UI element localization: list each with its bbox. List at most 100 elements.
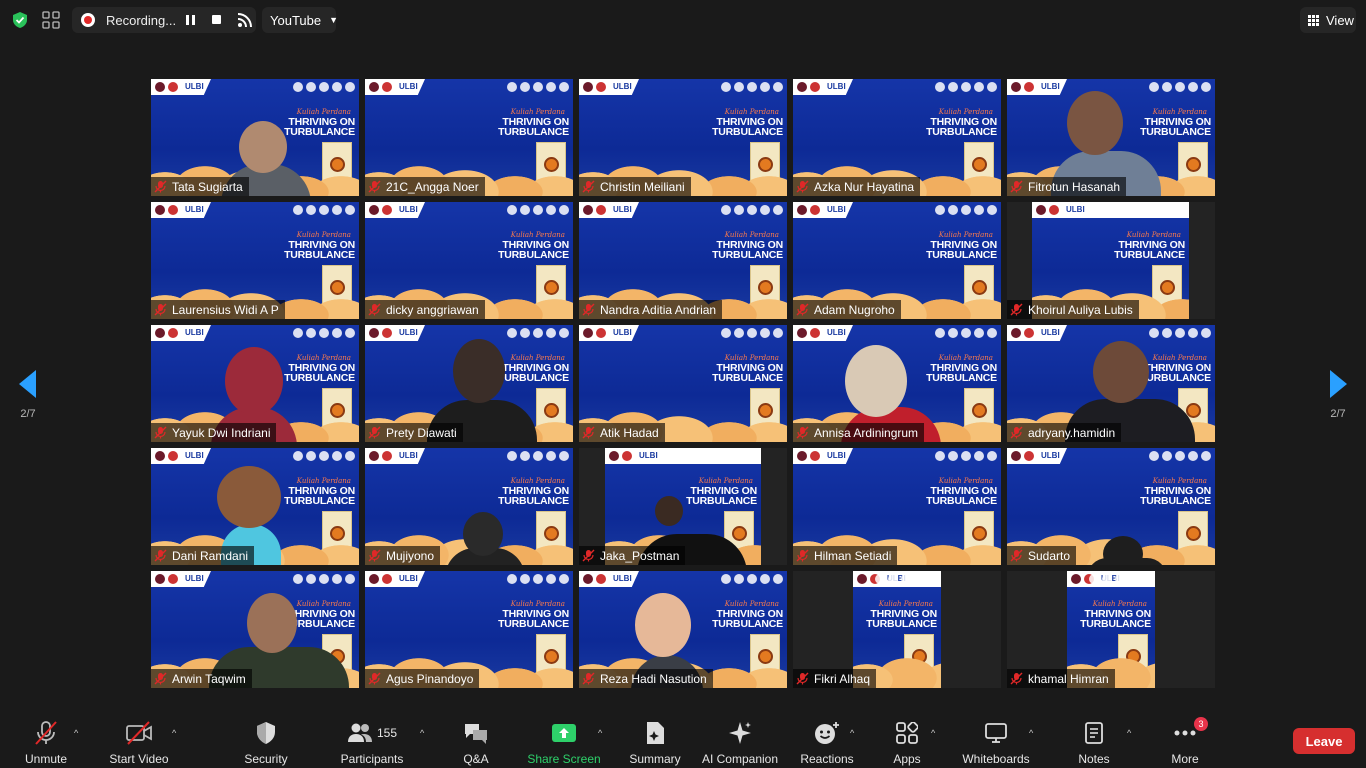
stop-recording-icon[interactable] bbox=[212, 15, 221, 24]
view-button[interactable]: View bbox=[1300, 7, 1356, 33]
whiteboards-options-caret[interactable]: ^ bbox=[1029, 728, 1033, 738]
microphone-muted-icon bbox=[582, 426, 595, 439]
slide-subtitle: Kuliah Perdana bbox=[510, 108, 565, 116]
participant-video-tile[interactable]: ULBI Kuliah Perdana THRIVING ON TURBULANCE Y… bbox=[151, 325, 359, 442]
participant-video-tile[interactable]: ULBI Kuliah Perdana THRIVING ON TURBULANCE S… bbox=[1007, 448, 1215, 565]
shield-check-icon[interactable] bbox=[11, 11, 29, 29]
participant-name-label: Fikri Alhaq bbox=[793, 669, 877, 688]
university-seal-icon bbox=[609, 451, 619, 461]
start-video-button[interactable]: Start Video bbox=[108, 712, 170, 768]
participant-name-label: Christin Meiliani bbox=[579, 177, 691, 196]
whiteboards-button[interactable]: Whiteboards bbox=[960, 712, 1032, 768]
participant-name-label: Mujiyono bbox=[365, 546, 441, 565]
participant-name: Annisa Ardiningrum bbox=[814, 425, 919, 440]
partner-seal-icon bbox=[168, 205, 178, 215]
university-seal-icon bbox=[369, 328, 379, 338]
slide-title: THRIVING ON TURBULANCE bbox=[699, 363, 783, 384]
apps-grid-icon[interactable] bbox=[42, 11, 60, 29]
university-seal-icon bbox=[583, 82, 593, 92]
slide-subtitle: Kuliah Perdana bbox=[510, 477, 565, 485]
audio-options-caret[interactable]: ^ bbox=[74, 728, 78, 738]
qa-button[interactable]: Q&A bbox=[456, 712, 496, 768]
participant-video-tile[interactable]: ULBI Kuliah Perdana THRIVING ON TURBULANCE A… bbox=[793, 202, 1001, 319]
participant-video-tile[interactable]: ULBI Kuliah Perdana THRIVING ON TURBULANCE A… bbox=[365, 571, 573, 688]
participant-video-tile[interactable]: ULBIKuliah PerdanaTHRIVING ONTURBULANCEk… bbox=[1007, 571, 1215, 688]
slide-title: THRIVING ON TURBULANCE bbox=[853, 609, 937, 630]
participants-button[interactable]: 155 Participants bbox=[336, 712, 408, 768]
stream-destination-dropdown[interactable]: YouTube ▼ bbox=[262, 7, 338, 33]
microphone-muted-icon bbox=[1010, 303, 1023, 316]
top-bar: Recording... YouTube ▼ View bbox=[0, 0, 1366, 40]
microphone-muted-icon bbox=[35, 721, 57, 745]
university-seal-icon bbox=[155, 328, 165, 338]
reactions-button[interactable]: Reactions bbox=[800, 712, 854, 768]
participant-video-tile[interactable]: ULBI Kuliah Perdana THRIVING ON TURBULANCE A… bbox=[793, 79, 1001, 196]
participant-video-tile[interactable]: ULBI Kuliah Perdana THRIVING ON TURBULANCE H… bbox=[793, 448, 1001, 565]
participant-name-label: Arwin Taqwim bbox=[151, 669, 252, 688]
participant-video-tile[interactable]: ULBI Kuliah Perdana THRIVING ON TURBULANCE R… bbox=[579, 571, 787, 688]
slide-subtitle: Kuliah Perdana bbox=[938, 231, 993, 239]
participant-video-tile[interactable]: ULBI Kuliah Perdana THRIVING ON TURBULANCE K… bbox=[1007, 202, 1215, 319]
more-dots-icon bbox=[1174, 730, 1196, 736]
participant-video-tile[interactable]: ULBI Kuliah Perdana THRIVING ON TURBULANCE T… bbox=[151, 79, 359, 196]
slide-subtitle: Kuliah Perdana bbox=[724, 231, 779, 239]
notes-button[interactable]: Notes bbox=[1074, 712, 1114, 768]
participant-name: Tata Sugiarta bbox=[172, 179, 243, 194]
participant-video-tile[interactable]: ULBI Kuliah Perdana THRIVING ON TURBULANCE C… bbox=[579, 79, 787, 196]
participant-video-tile[interactable]: ULBI Kuliah Perdana THRIVING ON TURBULANCE d… bbox=[365, 202, 573, 319]
more-button[interactable]: 3 More bbox=[1166, 712, 1208, 768]
participant-video-tile[interactable]: ULBI Kuliah Perdana THRIVING ON TURBULANCE A… bbox=[579, 325, 787, 442]
pause-recording-icon[interactable] bbox=[186, 15, 196, 25]
participant-video-tile[interactable]: ULBI Kuliah Perdana THRIVING ON TURBULANCE 2… bbox=[365, 79, 573, 196]
participant-video-tile[interactable]: ULBIKuliah PerdanaTHRIVING ONTURBULANCEF… bbox=[793, 571, 1001, 688]
participant-video-tile[interactable]: ULBI Kuliah Perdana THRIVING ON TURBULANCE A… bbox=[793, 325, 1001, 442]
share-screen-button[interactable]: Share Screen bbox=[527, 712, 601, 768]
participant-video-tile[interactable]: ULBI Kuliah Perdana THRIVING ON TURBULANCE L… bbox=[151, 202, 359, 319]
participant-video-tile[interactable]: ULBI Kuliah Perdana THRIVING ON TURBULANCE M… bbox=[365, 448, 573, 565]
leave-button[interactable]: Leave bbox=[1293, 728, 1355, 754]
slide-subtitle: Kuliah Perdana bbox=[510, 231, 565, 239]
microphone-muted-icon bbox=[154, 180, 167, 193]
participant-name: Arwin Taqwim bbox=[172, 671, 246, 686]
previous-page-button[interactable]: 2/7 bbox=[8, 370, 48, 430]
participants-options-caret[interactable]: ^ bbox=[420, 728, 424, 738]
video-options-caret[interactable]: ^ bbox=[172, 728, 176, 738]
participant-name-label: Reza Hadi Nasution bbox=[579, 669, 713, 688]
participant-video-tile[interactable]: ULBI Kuliah Perdana THRIVING ON TURBULANCE J… bbox=[579, 448, 787, 565]
participant-video-tile[interactable]: ULBI Kuliah Perdana THRIVING ON TURBULANCE N… bbox=[579, 202, 787, 319]
ulbi-logo: ULBI bbox=[827, 328, 846, 337]
summary-label: Summary bbox=[629, 752, 681, 766]
slide-title-line2: TURBULANCE bbox=[1140, 495, 1211, 507]
partner-seal-icon bbox=[810, 205, 820, 215]
participant-name: dicky anggriawan bbox=[386, 302, 479, 317]
unmute-button[interactable]: Unmute bbox=[22, 712, 70, 768]
reactions-options-caret[interactable]: ^ bbox=[850, 728, 854, 738]
slide-subtitle: Kuliah Perdana bbox=[938, 108, 993, 116]
ai-companion-button[interactable]: AI Companion bbox=[700, 712, 780, 768]
participant-name: 21C_Angga Noer bbox=[386, 179, 479, 194]
slide-title: THRIVING ON TURBULANCE bbox=[485, 486, 569, 507]
whiteboard-icon bbox=[985, 723, 1007, 743]
slide-title: THRIVING ON TURBULANCE bbox=[485, 117, 569, 138]
participant-video-tile[interactable]: ULBI Kuliah Perdana THRIVING ON TURBULANCE P… bbox=[365, 325, 573, 442]
microphone-muted-icon bbox=[796, 180, 809, 193]
security-button[interactable]: Security bbox=[240, 712, 292, 768]
participant-video-tile[interactable]: ULBI Kuliah Perdana THRIVING ON TURBULANCE D… bbox=[151, 448, 359, 565]
apps-label: Apps bbox=[893, 752, 921, 766]
share-options-caret[interactable]: ^ bbox=[598, 728, 602, 738]
slide-title: THRIVING ON TURBULANCE bbox=[1101, 240, 1185, 261]
partner-logos bbox=[935, 82, 997, 92]
next-page-button[interactable]: 2/7 bbox=[1318, 370, 1358, 430]
participant-video-tile[interactable]: ULBI Kuliah Perdana THRIVING ON TURBULANCE a… bbox=[1007, 325, 1215, 442]
apps-options-caret[interactable]: ^ bbox=[931, 728, 935, 738]
participant-video-tile[interactable]: ULBI Kuliah Perdana THRIVING ON TURBULANCE A… bbox=[151, 571, 359, 688]
participant-video-tile[interactable]: ULBIKuliah PerdanaTHRIVING ONTURBULANCEF… bbox=[1007, 79, 1215, 196]
university-seal-icon bbox=[1011, 451, 1021, 461]
partner-logos bbox=[1089, 574, 1151, 584]
summary-button[interactable]: Summary bbox=[626, 712, 684, 768]
qa-bubble-icon bbox=[465, 724, 487, 744]
ulbi-logo: ULBI bbox=[399, 82, 418, 91]
university-seal-icon bbox=[583, 574, 593, 584]
apps-button[interactable]: Apps bbox=[890, 712, 924, 768]
notes-options-caret[interactable]: ^ bbox=[1127, 728, 1131, 738]
